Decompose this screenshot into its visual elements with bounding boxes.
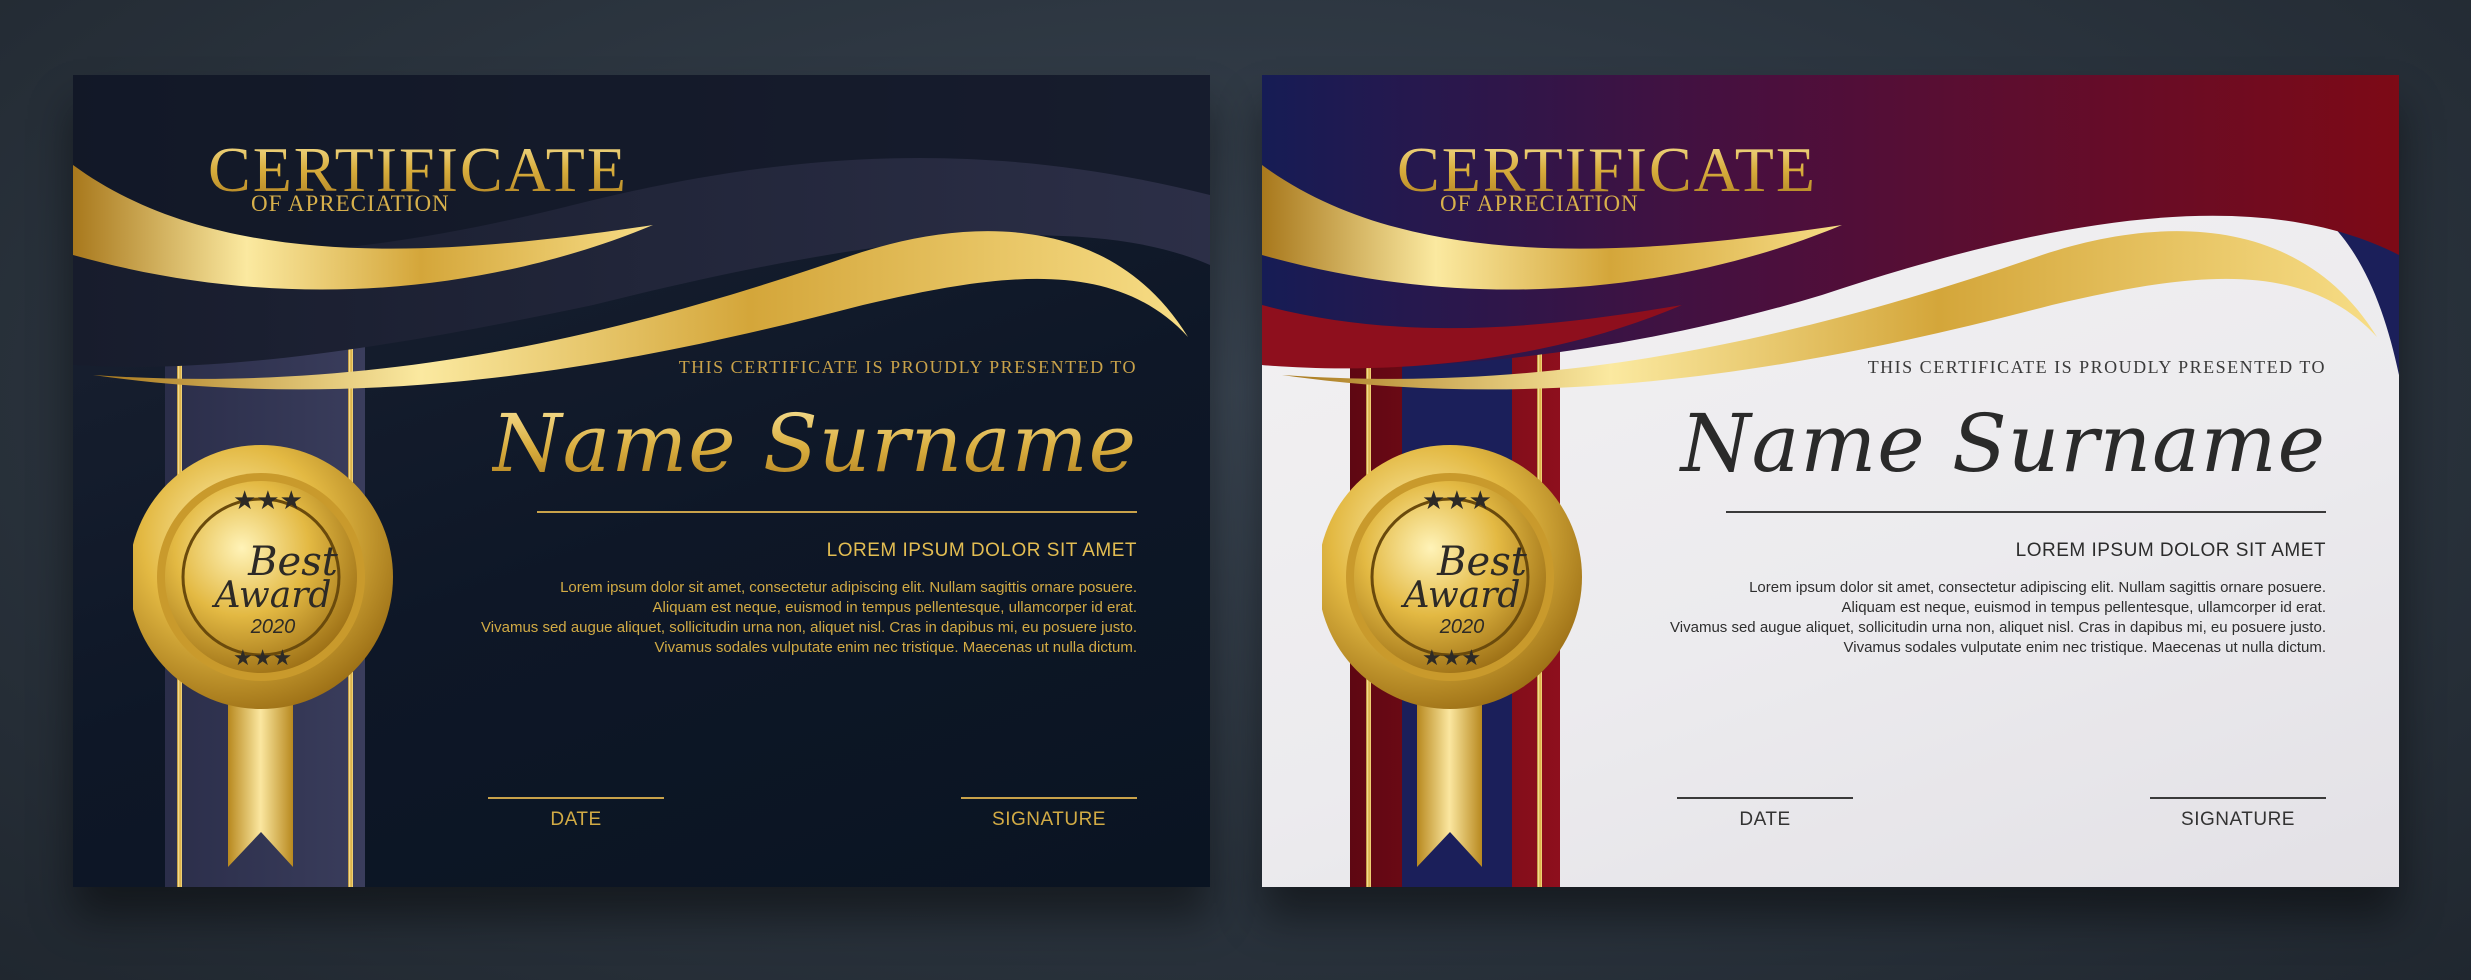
certificate-body: Lorem ipsum dolor sit amet, consectetur … (417, 578, 1137, 658)
seal-text-award: Award (212, 575, 332, 616)
body-line: Aliquam est neque, euismod in tempus pel… (652, 599, 1137, 616)
seal-text-award: Award (1401, 575, 1521, 616)
date-line (488, 797, 664, 799)
seal-star-icon: ★★★ (1422, 645, 1481, 670)
certificate-dark: CERTIFICATE OF APRECIATION ★★★ ★★★ Best (73, 75, 1210, 887)
name-underline (537, 511, 1137, 513)
date-line (1677, 797, 1853, 799)
body-line: Vivamus sed augue aliquet, sollicitudin … (1670, 619, 2326, 636)
certificate-subtitle: OF APRECIATION (1440, 191, 1639, 216)
seal-star-icon: ★★★ (233, 485, 303, 515)
presented-to-text: THIS CERTIFICATE IS PROUDLY PRESENTED TO (678, 357, 1137, 377)
name-underline (1726, 511, 2326, 513)
seal-text-year: 2020 (1439, 616, 1485, 638)
signature-label: SIGNATURE (992, 809, 1106, 830)
seal-medal: ★★★ ★★★ Best Award 2020 (133, 445, 393, 709)
body-line: Vivamus sodales vulputate enim nec trist… (1843, 639, 2326, 656)
certificate-body: Lorem ipsum dolor sit amet, consectetur … (1606, 578, 2326, 658)
body-line: Vivamus sed augue aliquet, sollicitudin … (481, 619, 1137, 636)
seal-ribbon (228, 687, 293, 867)
lorem-heading: LOREM IPSUM DOLOR SIT AMET (2015, 540, 2326, 561)
presented-to-text: THIS CERTIFICATE IS PROUDLY PRESENTED TO (1867, 357, 2326, 377)
body-line: Lorem ipsum dolor sit amet, consectetur … (1749, 579, 2326, 596)
signature-label: SIGNATURE (2181, 809, 2295, 830)
seal-star-icon: ★★★ (1422, 485, 1492, 515)
body-line: Lorem ipsum dolor sit amet, consectetur … (560, 579, 1137, 596)
body-line: Aliquam est neque, euismod in tempus pel… (1841, 599, 2326, 616)
best-award-seal: ★★★ ★★★ Best Award 2020 (133, 445, 393, 867)
recipient-name: Name Surname (491, 397, 1137, 490)
date-label: DATE (1739, 809, 1791, 830)
seal-medal: ★★★ ★★★ Best Award 2020 (1322, 445, 1582, 709)
signature-line (2150, 797, 2326, 799)
seal-text-year: 2020 (250, 616, 296, 638)
signature-line (961, 797, 1137, 799)
best-award-seal: ★★★ ★★★ Best Award 2020 (1322, 445, 1582, 867)
body-line: Vivamus sodales vulputate enim nec trist… (654, 639, 1137, 656)
recipient-name: Name Surname (1680, 397, 2326, 490)
certificate-subtitle: OF APRECIATION (251, 191, 450, 216)
certificate-light: CERTIFICATE OF APRECIATION ★★★ ★★★ Best (1262, 75, 2399, 887)
date-label: DATE (550, 809, 602, 830)
seal-star-icon: ★★★ (233, 645, 292, 670)
seal-ribbon (1417, 687, 1482, 867)
lorem-heading: LOREM IPSUM DOLOR SIT AMET (826, 540, 1137, 561)
